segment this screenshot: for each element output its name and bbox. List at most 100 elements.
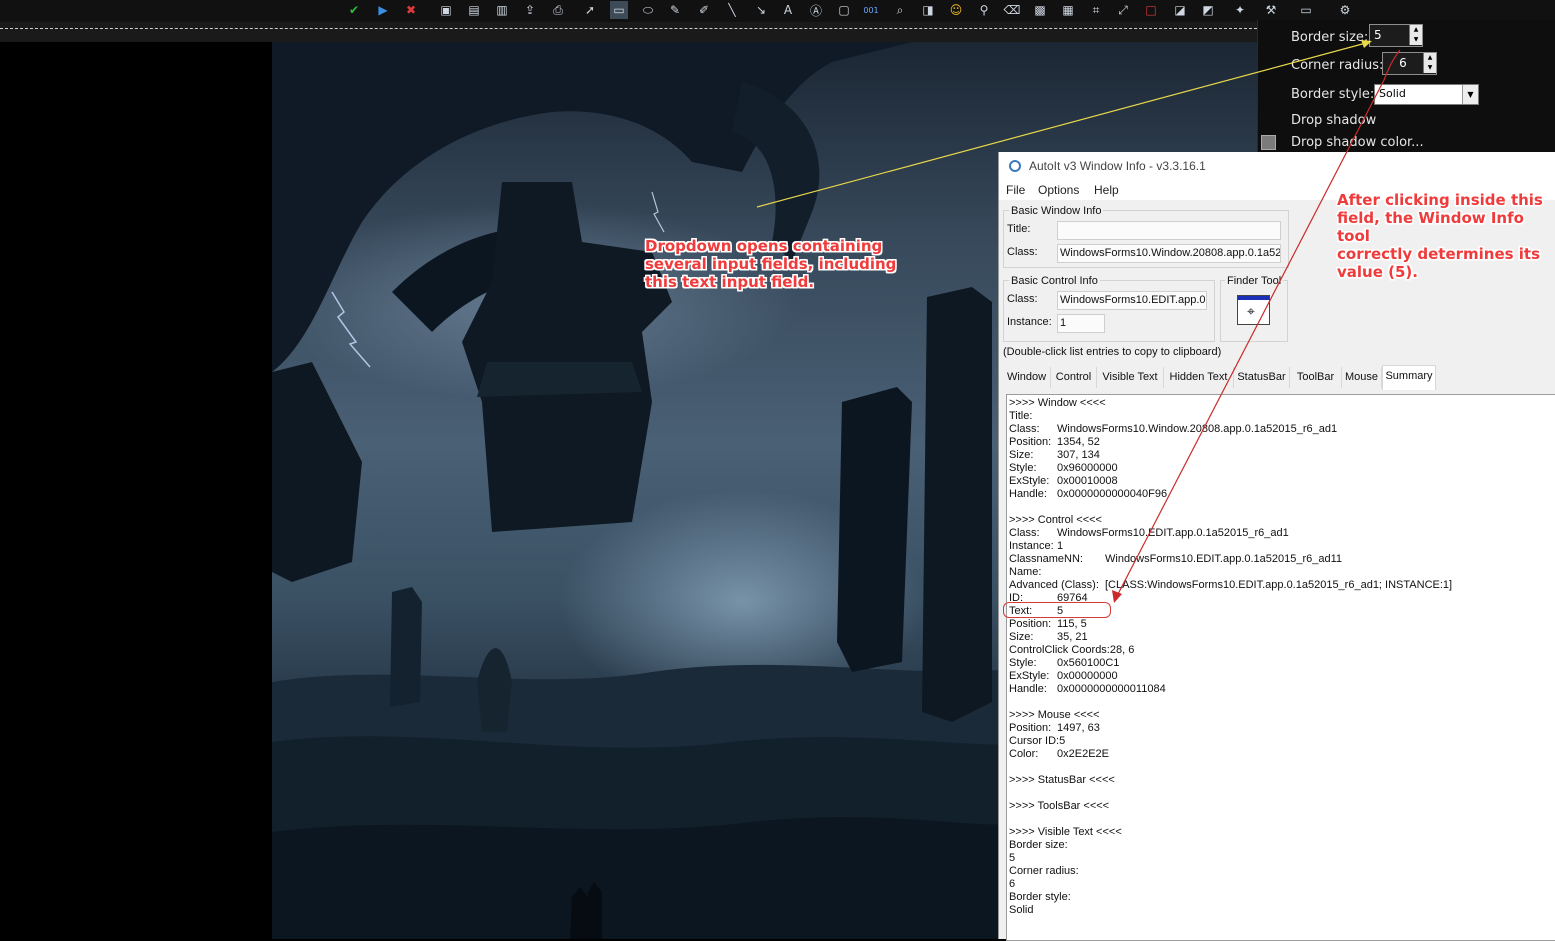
settings-icon[interactable]: ⚙ xyxy=(1336,1,1354,19)
text-icon[interactable]: A xyxy=(779,1,797,19)
summary-line[interactable]: >>>> Control <<<< xyxy=(1009,514,1102,527)
finder-tool[interactable]: ⌖ xyxy=(1237,295,1270,325)
tab-hidden-text[interactable]: Hidden Text xyxy=(1164,367,1234,388)
summary-line[interactable]: Style: 0x560100C1 xyxy=(1009,657,1119,670)
crop-icon[interactable]: ⌗ xyxy=(1087,1,1105,19)
tab-visible-text[interactable]: Visible Text xyxy=(1097,367,1164,388)
tab-toolbar[interactable]: ToolBar xyxy=(1290,367,1342,388)
stepper-up-icon[interactable]: ▲ xyxy=(1409,25,1422,35)
summary-list[interactable]: >>>> Window <<<< Title: Class: WindowsForms… xyxy=(1006,394,1555,941)
summary-line[interactable]: ControlClick Coords:28, 6 xyxy=(1009,644,1134,657)
summary-value: WindowsForms10.EDIT.app.0.1a52015_r6_ad1… xyxy=(1105,553,1343,565)
summary-line[interactable]: Position: 115, 5 xyxy=(1009,618,1087,631)
border-icon[interactable]: □ xyxy=(1142,1,1160,19)
counter-icon[interactable]: 001 xyxy=(862,1,880,19)
summary-line[interactable]: Handle: 0x0000000000040F96 xyxy=(1009,488,1167,501)
eraser-icon[interactable]: ⌫ xyxy=(1003,1,1021,19)
border-size-stepper[interactable]: ▲ ▼ xyxy=(1369,24,1423,47)
summary-line[interactable]: Size: 35, 21 xyxy=(1009,631,1088,644)
summary-line[interactable]: >>>> Window <<<< xyxy=(1009,397,1106,410)
save-all-icon[interactable]: ▤ xyxy=(465,1,483,19)
resize-icon[interactable]: ⤢ xyxy=(1114,1,1132,19)
summary-line[interactable]: Corner radius: xyxy=(1009,865,1079,878)
print-icon[interactable]: ⎙ xyxy=(549,1,567,19)
summary-line[interactable]: Name: xyxy=(1009,566,1041,579)
clipboard-icon[interactable]: ▥ xyxy=(493,1,511,19)
chevron-down-icon[interactable]: ▼ xyxy=(1462,85,1478,104)
menu-help[interactable]: Help xyxy=(1094,183,1119,197)
summary-line[interactable]: Class: WindowsForms10.Window.20808.app.0.… xyxy=(1009,423,1337,436)
title-field[interactable] xyxy=(1057,221,1281,240)
menu-file[interactable]: File xyxy=(1006,183,1025,197)
class-field[interactable]: WindowsForms10.Window.20808.app.0.1a5201… xyxy=(1057,244,1281,263)
cursor-icon[interactable]: ➚ xyxy=(581,1,599,19)
stepper-down-icon[interactable]: ▼ xyxy=(1423,63,1436,73)
summary-line[interactable]: 5 xyxy=(1009,852,1015,865)
summary-line[interactable]: Advanced (Class): [CLASS:WindowsForms10.E… xyxy=(1009,579,1452,592)
fill-color-icon[interactable]: ◩ xyxy=(1199,1,1217,19)
summary-line[interactable]: Border style: xyxy=(1009,891,1071,904)
sticker-icon[interactable]: ◨ xyxy=(919,1,937,19)
summary-line[interactable]: Handle: 0x0000000000011084 xyxy=(1009,683,1166,696)
border-color-icon[interactable]: ◪ xyxy=(1171,1,1189,19)
summary-line[interactable]: >>>> StatusBar <<<< xyxy=(1009,774,1115,787)
summary-line[interactable]: >>>> ToolsBar <<<< xyxy=(1009,800,1109,813)
emoji-icon[interactable]: ☺ xyxy=(947,1,965,19)
line-icon[interactable]: ╲ xyxy=(723,1,741,19)
border-size-input[interactable] xyxy=(1370,25,1406,44)
cancel-icon[interactable]: ✖ xyxy=(402,1,420,19)
highlighter-icon[interactable]: ✐ xyxy=(695,1,713,19)
control-class-field[interactable]: WindowsForms10.EDIT.app.0.1a52015_r6_ad1 xyxy=(1057,291,1207,310)
summary-line[interactable]: Class: WindowsForms10.EDIT.app.0.1a52015_… xyxy=(1009,527,1289,540)
summary-line[interactable]: Title: xyxy=(1009,410,1032,423)
effects-icon[interactable]: ✦ xyxy=(1231,1,1249,19)
textbox-icon[interactable]: Ⓐ xyxy=(807,1,825,19)
check-icon[interactable]: ✔ xyxy=(345,1,363,19)
corner-radius-stepper[interactable]: ▲ ▼ xyxy=(1382,52,1437,75)
instance-field[interactable]: 1 xyxy=(1057,314,1105,333)
border-style-select[interactable]: Solid ▼ xyxy=(1374,84,1479,105)
summary-line[interactable]: ClassnameNN: WindowsForms10.EDIT.app.0.1a… xyxy=(1009,553,1342,566)
summary-line[interactable]: Border size: xyxy=(1009,839,1068,852)
arrow-icon[interactable]: ↘ xyxy=(752,1,770,19)
tab-summary[interactable]: Summary xyxy=(1382,365,1436,390)
corner-radius-input[interactable] xyxy=(1383,53,1419,72)
menu-options[interactable]: Options xyxy=(1038,183,1079,197)
tab-mouse[interactable]: Mouse xyxy=(1342,367,1382,388)
summary-line[interactable]: Cursor ID:5 xyxy=(1009,735,1065,748)
drop-shadow-color-item[interactable]: Drop shadow color... xyxy=(1291,135,1424,150)
stepper-down-icon[interactable]: ▼ xyxy=(1409,35,1422,45)
summary-line[interactable]: Size: 307, 134 xyxy=(1009,449,1100,462)
screen-icon[interactable]: ▭ xyxy=(1297,1,1315,19)
summary-key: Class: xyxy=(1009,527,1040,539)
summary-line[interactable]: >>>> Mouse <<<< xyxy=(1009,709,1100,722)
summary-line[interactable]: Color: 0x2E2E2E xyxy=(1009,748,1109,761)
summary-line[interactable]: Position: 1354, 52 xyxy=(1009,436,1100,449)
magnifier-icon[interactable]: ⌕ xyxy=(891,1,909,19)
instance-label: Instance: xyxy=(1007,316,1052,328)
summary-line[interactable]: Position: 1497, 63 xyxy=(1009,722,1100,735)
summary-line[interactable]: ExStyle: 0x00010008 xyxy=(1009,475,1118,488)
speechbubble-icon[interactable]: ▢ xyxy=(835,1,853,19)
summary-line[interactable]: >>>> Visible Text <<<< xyxy=(1009,826,1122,839)
grid-icon[interactable]: ▦ xyxy=(1059,1,1077,19)
ellipse-icon[interactable]: ⬭ xyxy=(639,1,657,19)
play-icon[interactable]: ▶ xyxy=(374,1,392,19)
drop-shadow-item[interactable]: Drop shadow xyxy=(1291,113,1376,128)
upload-icon[interactable]: ⇪ xyxy=(521,1,539,19)
rectangle-icon[interactable]: ▭ xyxy=(610,1,628,19)
tab-window[interactable]: Window xyxy=(1003,367,1051,388)
tools-icon[interactable]: ⚒ xyxy=(1262,1,1280,19)
save-icon[interactable]: ▣ xyxy=(437,1,455,19)
summary-line[interactable]: 6 xyxy=(1009,878,1015,891)
summary-line[interactable]: Style: 0x96000000 xyxy=(1009,462,1118,475)
stepper-up-icon[interactable]: ▲ xyxy=(1423,53,1436,63)
tab-control[interactable]: Control xyxy=(1051,367,1097,388)
summary-line[interactable]: Solid xyxy=(1009,904,1033,917)
summary-line[interactable]: ExStyle: 0x00000000 xyxy=(1009,670,1118,683)
tab-statusbar[interactable]: StatusBar xyxy=(1234,367,1290,388)
stamp-icon[interactable]: ⚲ xyxy=(975,1,993,19)
summary-line[interactable]: Instance: 1 xyxy=(1009,540,1063,553)
pen-icon[interactable]: ✎ xyxy=(666,1,684,19)
obfuscate-icon[interactable]: ▩ xyxy=(1031,1,1049,19)
